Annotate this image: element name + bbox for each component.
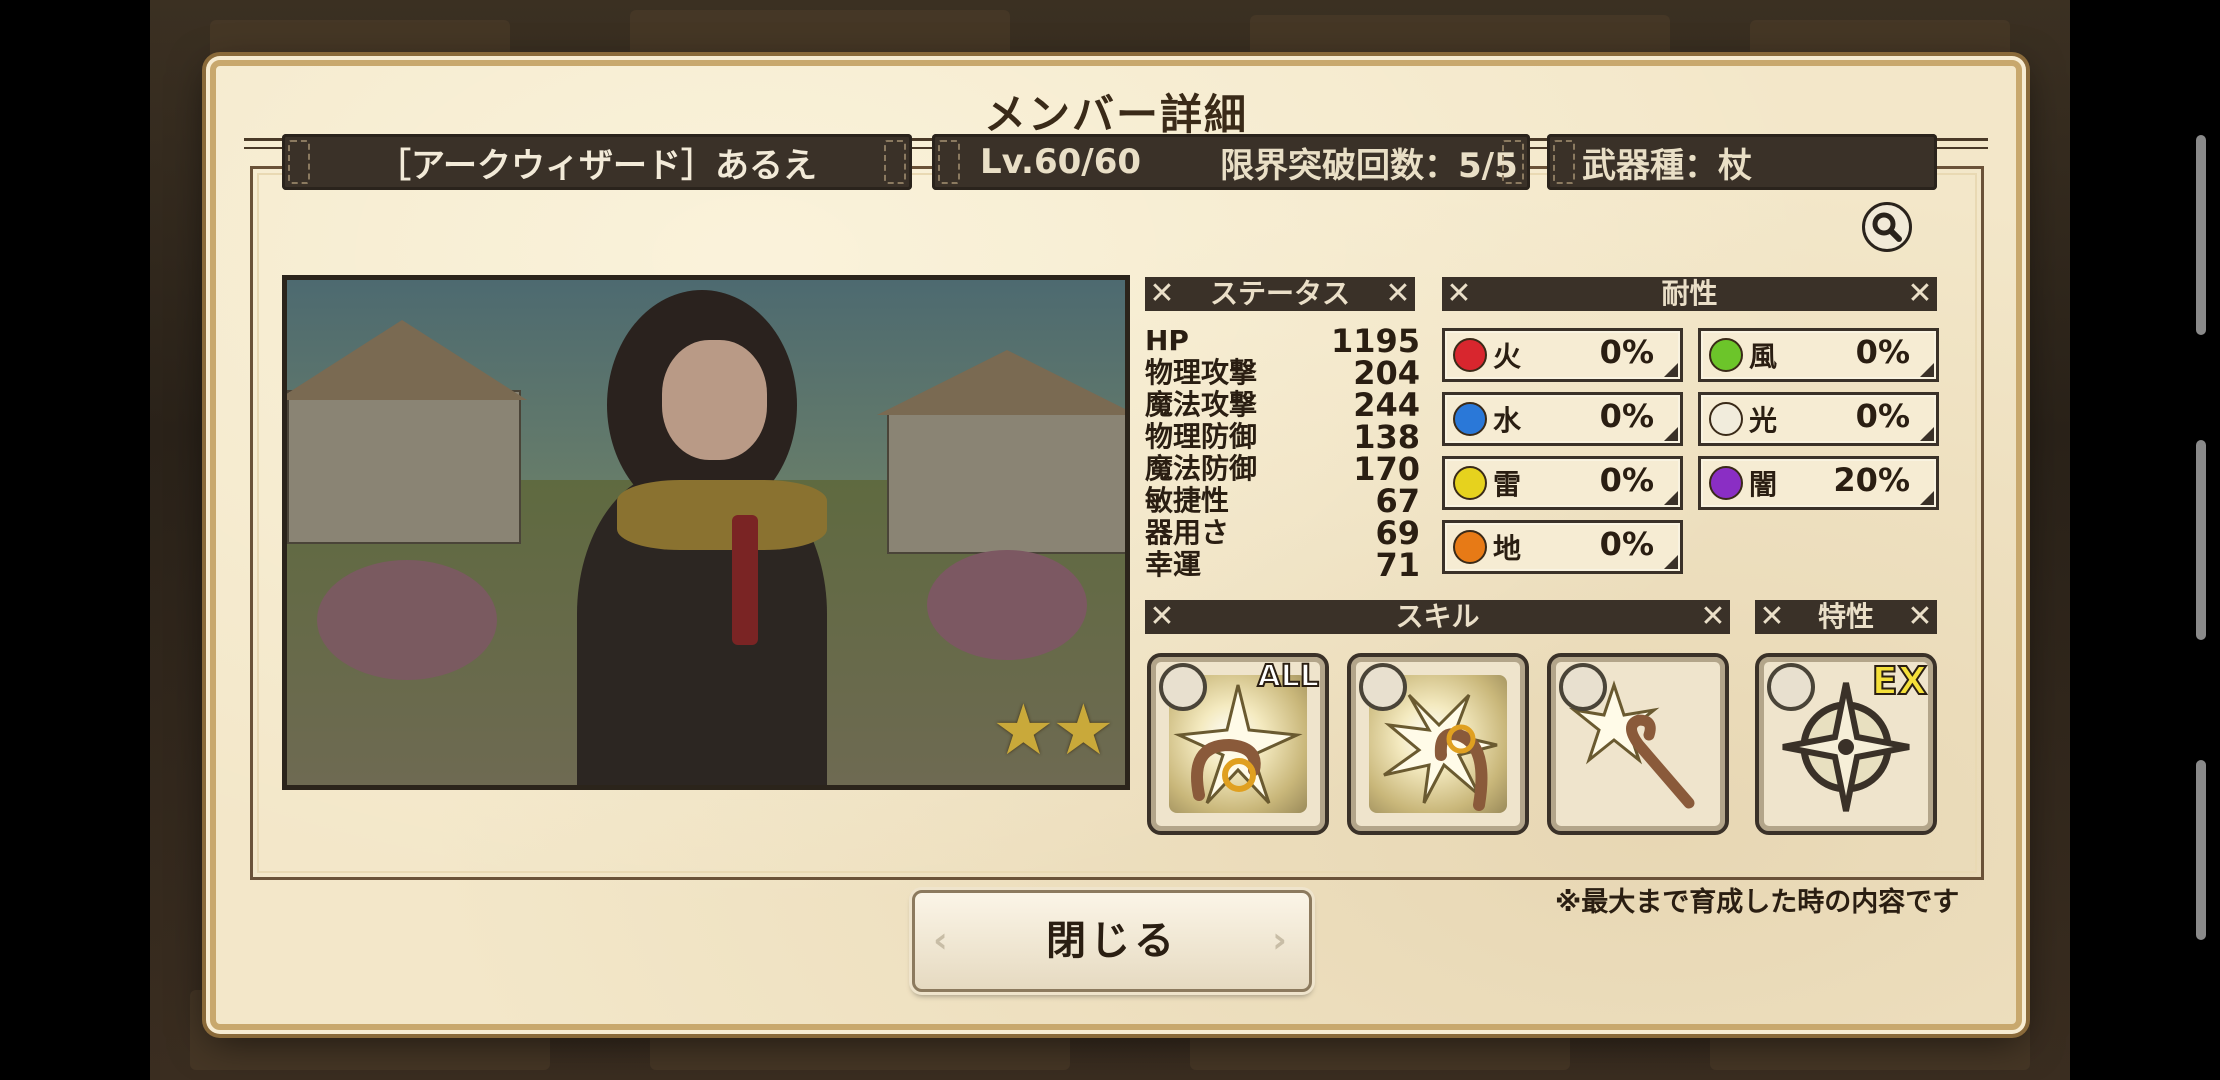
- house-right-roof: [877, 350, 1125, 415]
- stat-row-luck: 幸運 71: [1145, 546, 1420, 584]
- bar-ornament-right: [884, 140, 906, 184]
- fire-orb-icon: [1453, 338, 1487, 372]
- close-button[interactable]: ‹ 閉じる ›: [912, 890, 1312, 992]
- right-edge-scrollbar-top: [2196, 135, 2206, 335]
- resist-earth: 地 0%: [1442, 520, 1683, 574]
- house-right: [887, 410, 1125, 554]
- level-bar: Lv.60/60 限界突破回数：5/5: [932, 134, 1530, 190]
- chevron-right-icon: ›: [1272, 920, 1291, 961]
- bush-right: [927, 550, 1087, 660]
- chevron-left-icon: ‹: [933, 920, 952, 961]
- character-tie: [732, 515, 758, 645]
- dark-orb-icon: [1709, 466, 1743, 500]
- bush-left: [317, 560, 497, 680]
- dialog-title: メンバー詳細: [983, 90, 1248, 139]
- skill-level-badge: [1559, 663, 1607, 711]
- weapon-type-text: 武器種：杖: [1582, 145, 1752, 186]
- skill-header: ✕ スキル ✕: [1145, 600, 1730, 634]
- stat-row-agility: 敏捷性 67: [1145, 482, 1420, 520]
- stat-row-hp: HP 1195: [1145, 322, 1420, 360]
- resist-light: 光 0%: [1698, 392, 1939, 446]
- house-left-roof: [287, 320, 527, 400]
- character-name-bar: ［アークウィザード］あるえ: [282, 134, 912, 190]
- resist-fire: 火 0%: [1442, 328, 1683, 382]
- bar-ornament-left: [938, 140, 960, 184]
- stat-row-dexterity: 器用さ 69: [1145, 514, 1420, 552]
- wind-orb-icon: [1709, 338, 1743, 372]
- ornament-x-icon: ✕: [1149, 276, 1175, 311]
- ornament-x-icon: ✕: [1700, 599, 1726, 634]
- limit-break-text: 限界突破回数：5/5: [1220, 145, 1518, 186]
- trait-header: ✕ 特性 ✕: [1755, 600, 1937, 634]
- character-portrait: ★ ★: [282, 275, 1130, 790]
- stat-row-magic-defense: 魔法防御 170: [1145, 450, 1420, 488]
- trait-header-label: 特性: [1817, 600, 1874, 633]
- level-text: Lv.60/60: [980, 142, 1142, 182]
- character-scarf: [617, 480, 827, 550]
- weapon-info-button[interactable]: [1862, 202, 1912, 252]
- trait-ex-tag: EX: [1871, 658, 1928, 704]
- skill-slot-1[interactable]: ALL: [1147, 653, 1329, 835]
- resistance-header: ✕ 耐性 ✕: [1442, 277, 1937, 311]
- skill-level-badge: [1159, 663, 1207, 711]
- trait-slot[interactable]: EX: [1755, 653, 1937, 835]
- skill-header-label: スキル: [1395, 600, 1480, 633]
- bar-ornament-left: [1553, 140, 1575, 184]
- skill-target-tag: ALL: [1257, 658, 1320, 695]
- resist-dark: 闇 20%: [1698, 456, 1939, 510]
- rarity-star-icon: ★: [1052, 689, 1115, 771]
- weapon-type-bar: 武器種：杖: [1547, 134, 1937, 190]
- max-growth-note: ※最大まで育成した時の内容です: [1555, 887, 1960, 918]
- skill-slot-2[interactable]: [1347, 653, 1529, 835]
- ornament-x-icon: ✕: [1907, 599, 1933, 634]
- ornament-x-icon: ✕: [1907, 276, 1933, 311]
- ornament-x-icon: ✕: [1446, 276, 1472, 311]
- light-orb-icon: [1709, 402, 1743, 436]
- stat-row-phys-attack: 物理攻撃 204: [1145, 354, 1420, 392]
- ornament-x-icon: ✕: [1385, 276, 1411, 311]
- right-edge-scrollbar-bottom: [2196, 760, 2206, 940]
- status-header: ✕ ステータス ✕: [1145, 277, 1415, 311]
- bar-ornament-left: [288, 140, 310, 184]
- house-left: [287, 390, 521, 544]
- close-button-label: 閉じる: [1046, 918, 1178, 964]
- stat-row-magic-attack: 魔法攻撃 244: [1145, 386, 1420, 424]
- right-edge-scrollbar-mid: [2196, 440, 2206, 640]
- skill-level-badge: [1359, 663, 1407, 711]
- bar-ornament-right: [1502, 140, 1524, 184]
- character-face: [662, 340, 767, 460]
- ornament-x-icon: ✕: [1759, 599, 1785, 634]
- resist-thunder: 雷 0%: [1442, 456, 1683, 510]
- resist-water: 水 0%: [1442, 392, 1683, 446]
- thunder-orb-icon: [1453, 466, 1487, 500]
- earth-orb-icon: [1453, 530, 1487, 564]
- resist-wind: 風 0%: [1698, 328, 1939, 382]
- ornament-x-icon: ✕: [1149, 599, 1175, 634]
- resistance-header-label: 耐性: [1661, 277, 1718, 310]
- skill-slot-3[interactable]: [1547, 653, 1729, 835]
- magnifier-icon: [1872, 212, 1902, 242]
- water-orb-icon: [1453, 402, 1487, 436]
- stat-row-phys-defense: 物理防御 138: [1145, 418, 1420, 456]
- rarity-star-icon: ★: [992, 689, 1055, 771]
- status-header-label: ステータス: [1209, 277, 1350, 310]
- character-name: ［アークウィザード］あるえ: [377, 145, 817, 186]
- trait-level-badge: [1767, 663, 1815, 711]
